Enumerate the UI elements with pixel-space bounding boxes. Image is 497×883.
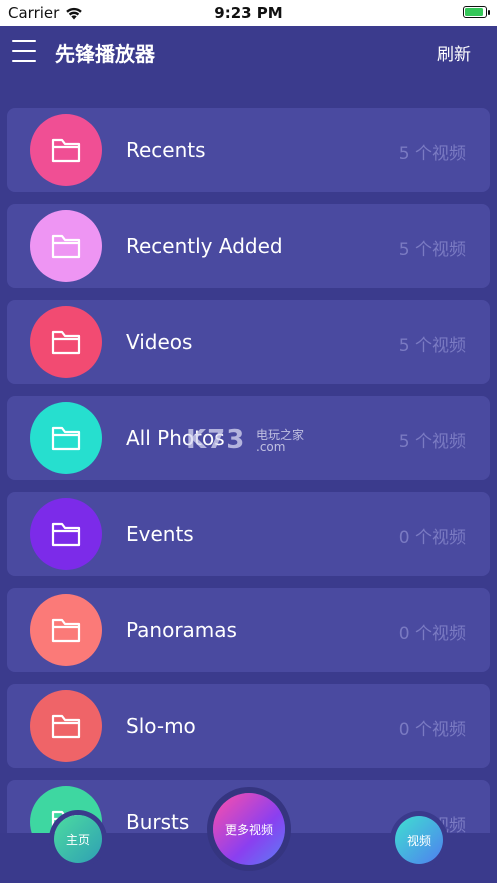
menu-icon[interactable] xyxy=(12,40,36,62)
album-count: 5 个视频 xyxy=(398,432,466,452)
album-count: 0 个视频 xyxy=(398,624,466,644)
album-avatar xyxy=(30,594,102,666)
album-card-slo-mo[interactable]: Slo-mo 0 个视频 xyxy=(7,684,490,768)
folder-icon xyxy=(51,138,81,163)
album-avatar xyxy=(30,690,102,762)
album-card-recents[interactable]: Recents 5 个视频 xyxy=(7,108,490,192)
status-time: 9:23 PM xyxy=(214,4,283,22)
album-avatar xyxy=(30,498,102,570)
album-count: 5 个视频 xyxy=(398,240,466,260)
page-title: 先锋播放器 xyxy=(55,42,155,66)
folder-icon xyxy=(51,714,81,739)
album-title: Recently Added xyxy=(126,234,283,258)
tab-videos-button[interactable]: 视频 xyxy=(395,816,443,864)
watermark-text: K73 xyxy=(186,425,246,455)
tab-home-button[interactable]: 主页 xyxy=(54,815,102,863)
album-title: Recents xyxy=(126,138,206,162)
album-card-panoramas[interactable]: Panoramas 0 个视频 xyxy=(7,588,490,672)
app-screen: Carrier 9:23 PM 先锋播放器 刷新 Recents 5 个视频 R… xyxy=(0,0,497,883)
folder-icon xyxy=(51,330,81,355)
album-title: Videos xyxy=(126,330,193,354)
album-card-events[interactable]: Events 0 个视频 xyxy=(7,492,490,576)
album-title: Events xyxy=(126,522,194,546)
refresh-button[interactable]: 刷新 xyxy=(437,40,471,65)
album-title: Slo-mo xyxy=(126,714,196,738)
album-count: 5 个视频 xyxy=(398,336,466,356)
album-card-videos[interactable]: Videos 5 个视频 xyxy=(7,300,490,384)
album-count: 0 个视频 xyxy=(398,528,466,548)
nav-bar: 先锋播放器 刷新 xyxy=(0,26,497,76)
album-avatar xyxy=(30,210,102,282)
folder-icon xyxy=(51,234,81,259)
album-avatar xyxy=(30,114,102,186)
status-bar: Carrier 9:23 PM xyxy=(0,0,497,26)
album-count: 0 个视频 xyxy=(398,720,466,740)
battery-level xyxy=(465,8,483,16)
album-avatar xyxy=(30,306,102,378)
folder-icon xyxy=(51,522,81,547)
watermark-logo: K73 电玩之家 .com xyxy=(186,425,316,461)
album-title: Panoramas xyxy=(126,618,237,642)
folder-icon xyxy=(51,618,81,643)
battery-icon xyxy=(463,6,490,18)
album-count: 5 个视频 xyxy=(398,144,466,164)
album-title: Bursts xyxy=(126,810,190,834)
album-avatar xyxy=(30,402,102,474)
folder-icon xyxy=(51,426,81,451)
album-card-recently-added[interactable]: Recently Added 5 个视频 xyxy=(7,204,490,288)
tab-more-videos-button[interactable]: 更多视频 xyxy=(213,793,285,865)
watermark-domain: .com xyxy=(256,440,286,454)
